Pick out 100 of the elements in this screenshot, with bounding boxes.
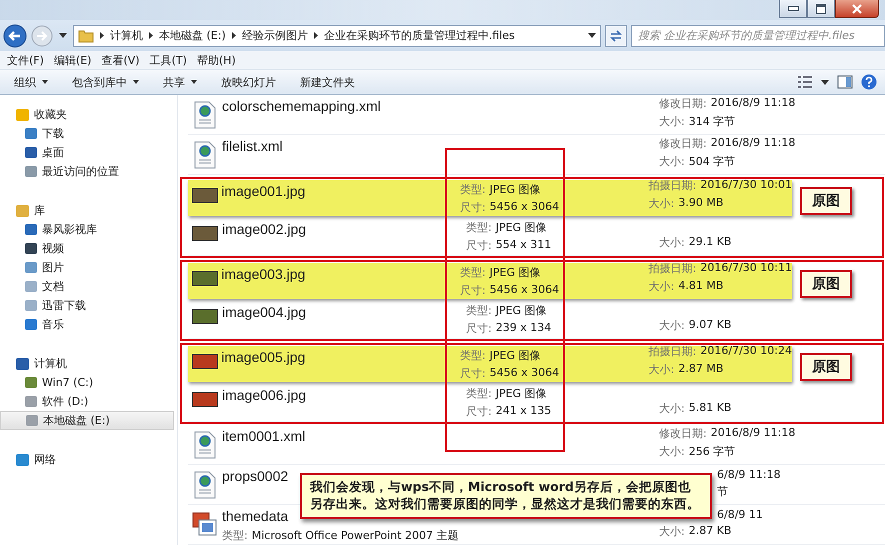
- caret-icon[interactable]: [821, 80, 829, 84]
- meta-value: 239 x 134: [496, 321, 552, 336]
- xml-file-icon: [194, 431, 216, 459]
- meta-value: JPEG 图像: [496, 386, 547, 401]
- file-name[interactable]: item0001.xml: [222, 428, 306, 444]
- meta-label: 类型:: [466, 303, 492, 318]
- meta-label: 修改日期:: [659, 96, 707, 111]
- file-name[interactable]: colorschememapping.xml: [222, 98, 381, 114]
- breadcrumb-arrow-icon[interactable]: [232, 32, 236, 39]
- meta-value: JPEG 图像: [496, 220, 547, 235]
- history-caret-icon[interactable]: [59, 33, 67, 38]
- back-button[interactable]: [3, 24, 27, 48]
- sidebar-heading[interactable]: 库: [34, 203, 45, 218]
- toolbar-button[interactable]: 放映幻灯片: [221, 74, 276, 90]
- toolbar-button[interactable]: 包含到库中: [72, 74, 139, 90]
- refresh-button[interactable]: [605, 24, 627, 46]
- breadcrumb[interactable]: 计算机: [110, 28, 143, 43]
- toolbar-button[interactable]: 共享: [163, 74, 197, 90]
- file-name[interactable]: image006.jpg: [222, 387, 306, 403]
- meta-value: 5456 x 3064: [490, 366, 560, 380]
- file-name[interactable]: image005.jpg: [221, 349, 306, 365]
- file-name[interactable]: image003.jpg: [221, 266, 306, 282]
- caret-icon[interactable]: [588, 33, 596, 38]
- sidebar-heading[interactable]: 计算机: [34, 356, 67, 371]
- sidebar-item[interactable]: Win7 (C:): [0, 373, 174, 392]
- file-name[interactable]: themedata: [222, 508, 288, 524]
- meta-label: 拍摄日期:: [648, 344, 696, 359]
- meta-value: 314 字节: [688, 114, 736, 129]
- file-name[interactable]: image001.jpg: [221, 183, 306, 199]
- file-row[interactable]: image004.jpg 类型: JPEG 图像 尺寸: 239 x 134 大小: 9.07 KB: [188, 301, 882, 339]
- breadcrumb-arrow-icon[interactable]: [314, 32, 318, 39]
- meta-label: 尺寸:: [466, 321, 492, 336]
- meta-value: 504 字节: [688, 154, 736, 169]
- file-row[interactable]: item0001.xml 修改日期: 2016/8/9 11:18 大小: 256 字节: [188, 425, 885, 465]
- view-options-icon[interactable]: [797, 75, 813, 89]
- meta-label: 大小:: [648, 279, 674, 294]
- menu-item[interactable]: 文件(F): [7, 52, 44, 68]
- sidebar-item[interactable]: 下载: [0, 124, 174, 143]
- menu-item[interactable]: 帮助(H): [196, 52, 236, 68]
- file-name[interactable]: props0002: [222, 468, 288, 484]
- annotation-label: 原图: [800, 353, 852, 381]
- toolbar-button[interactable]: 新建文件夹: [300, 74, 355, 90]
- row-highlight[interactable]: image005.jpg 类型: JPEG 图像 尺寸: 5456 x 3064 拍摄日期: 2016/7/30 10:24 大小: 2.87 MB: [188, 346, 792, 382]
- breadcrumb[interactable]: 本地磁盘 (E:): [159, 28, 226, 43]
- refresh-icon[interactable]: [609, 30, 623, 42]
- search-field[interactable]: 搜索 企业在采购环节的质量管理过程中.files: [631, 24, 885, 46]
- file-row[interactable]: filelist.xml 修改日期: 2016/8/9 11:18 大小: 504 字节: [188, 135, 885, 175]
- breadcrumb[interactable]: 经验示例图片: [242, 28, 308, 43]
- meta-label: 修改日期:: [659, 136, 707, 151]
- sidebar-item[interactable]: 最近访问的位置: [0, 162, 174, 181]
- sidebar-item[interactable]: 本地磁盘 (E:): [0, 411, 174, 430]
- file-name[interactable]: image002.jpg: [222, 221, 306, 237]
- sidebar-item[interactable]: 文档: [0, 277, 174, 296]
- file-row[interactable]: colorschememapping.xml 修改日期: 2016/8/9 11:18 大小: 314 字节: [188, 95, 885, 135]
- menu-item[interactable]: 工具(T): [150, 52, 187, 68]
- meta-value: Microsoft Office PowerPoint 2007 主题: [252, 528, 458, 543]
- meta-label: 尺寸:: [466, 404, 492, 419]
- sidebar-item[interactable]: 视频: [0, 239, 174, 258]
- breadcrumb[interactable]: 企业在采购环节的质量管理过程中.files: [324, 28, 515, 43]
- preview-pane-icon[interactable]: [837, 75, 853, 89]
- minimize-button[interactable]: [779, 0, 807, 18]
- sidebar-item[interactable]: 暴风影视库: [0, 220, 174, 239]
- meta-label: 类型:: [222, 528, 248, 543]
- menu-item[interactable]: 编辑(E): [54, 52, 92, 68]
- meta-value: 2.87 KB: [688, 524, 732, 539]
- meta-label: 类型:: [460, 264, 486, 280]
- help-icon[interactable]: [861, 74, 877, 90]
- close-icon[interactable]: [851, 4, 863, 14]
- meta-label: 尺寸:: [460, 282, 486, 298]
- row-highlight[interactable]: image001.jpg 类型: JPEG 图像 尺寸: 5456 x 3064 拍摄日期: 2016/7/30 10:01 大小: 3.90 MB: [188, 180, 792, 216]
- meta-value: 2.87 MB: [678, 362, 724, 377]
- close-button[interactable]: [835, 0, 879, 18]
- xml-file-icon: [194, 141, 216, 169]
- meta-label: 修改日期:: [659, 426, 707, 441]
- breadcrumb-arrow-icon[interactable]: [100, 32, 104, 39]
- sidebar-item[interactable]: 迅雷下载: [0, 296, 174, 315]
- file-name[interactable]: filelist.xml: [222, 138, 283, 154]
- toolbar-button[interactable]: 组织: [14, 74, 48, 90]
- sidebar-item[interactable]: 桌面: [0, 143, 174, 162]
- meta-label: 类型:: [460, 348, 486, 362]
- menu-item[interactable]: 查看(V): [101, 52, 140, 68]
- meta-label: 类型:: [460, 182, 486, 196]
- sidebar-heading[interactable]: 网络: [34, 452, 56, 467]
- sidebar-item[interactable]: 图片: [0, 258, 174, 277]
- meta-value: JPEG 图像: [490, 264, 540, 280]
- sidebar-item[interactable]: 软件 (D:): [0, 392, 174, 411]
- maximize-button[interactable]: [807, 0, 835, 18]
- file-row[interactable]: image006.jpg 类型: JPEG 图像 尺寸: 241 x 135 大小: 5.81 KB: [188, 384, 882, 422]
- row-highlight[interactable]: image003.jpg 类型: JPEG 图像 尺寸: 5456 x 3064 拍摄日期: 2016/7/30 10:11 大小: 4.81 MB: [188, 263, 792, 299]
- sidebar-item[interactable]: 音乐: [0, 315, 174, 334]
- breadcrumb-arrow-icon[interactable]: [149, 32, 153, 39]
- file-name[interactable]: image004.jpg: [222, 304, 306, 320]
- meta-label: 大小:: [659, 444, 685, 459]
- meta-value: 29.1 KB: [688, 235, 732, 250]
- file-row[interactable]: image002.jpg 类型: JPEG 图像 尺寸: 554 x 311 大小: 29.1 KB: [188, 218, 882, 256]
- sidebar-heading[interactable]: 收藏夹: [34, 107, 67, 122]
- address-bar[interactable]: 计算机 本地磁盘 (E:) 经验示例图片 企业在采购环节的质量管理过程中.files: [73, 24, 601, 46]
- meta-value: 2016/7/30 10:01: [700, 178, 792, 193]
- meta-label: 大小:: [659, 154, 685, 169]
- meta-value: 241 x 135: [496, 404, 552, 419]
